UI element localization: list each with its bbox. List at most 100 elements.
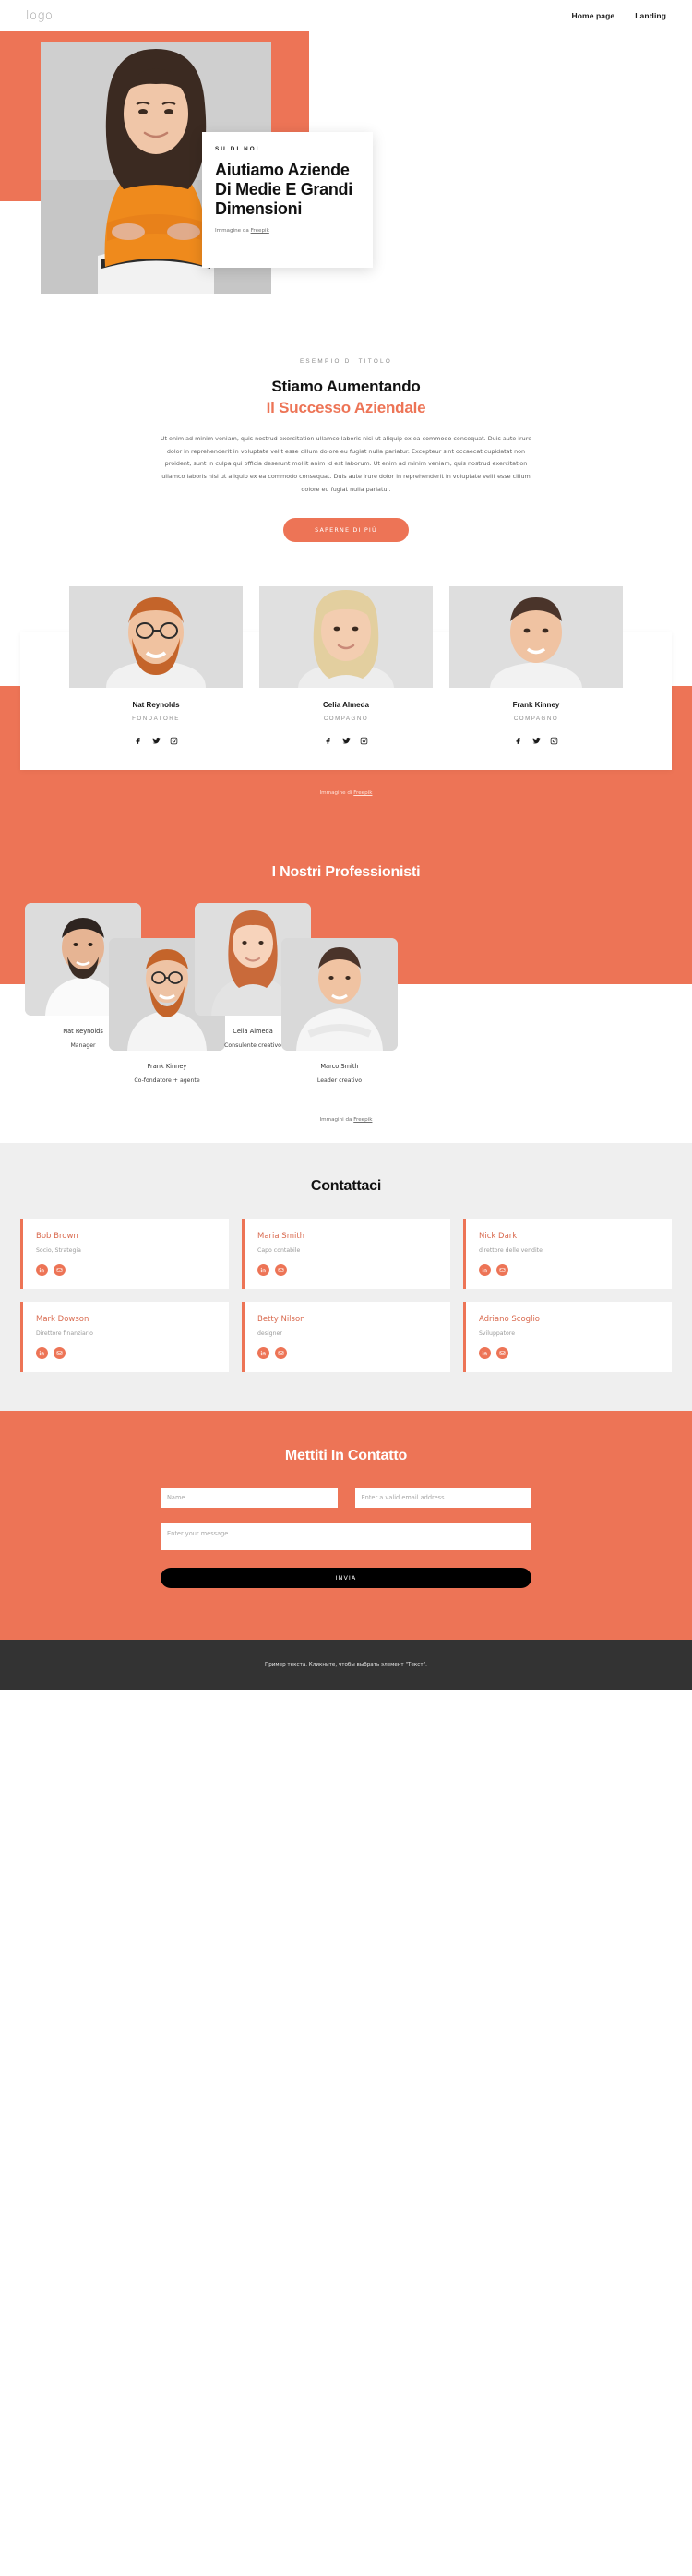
- professional-photo: [281, 937, 398, 1051]
- site-header: logo Home page Landing: [0, 0, 692, 31]
- facebook-icon[interactable]: [325, 733, 333, 750]
- contact-name: Adriano Scoglio: [479, 1314, 541, 1324]
- contact-form: INVIA: [161, 1487, 531, 1588]
- contacts-grid: Bob Brown Socio, Strategia Maria Smith C…: [20, 1218, 672, 1372]
- hero-credit-link[interactable]: Freepik: [251, 228, 269, 234]
- leaders-card: Nat Reynolds FONDATORE Celia Almeda COMP…: [20, 585, 672, 770]
- professional-name: Marco Smith: [320, 1062, 359, 1070]
- email-input[interactable]: [354, 1487, 531, 1508]
- contact-socials: [479, 1263, 672, 1276]
- leader-photo: [259, 585, 433, 688]
- contact-card: Mark Dowson Direttore finanziario: [20, 1301, 229, 1372]
- leader-card: Nat Reynolds FONDATORE: [69, 585, 243, 750]
- professionals-credit-prefix: Immagini da: [319, 1116, 354, 1123]
- contact-card: Adriano Scoglio Sviluppatore: [463, 1301, 672, 1372]
- hero-credit-prefix: Immagine da: [215, 227, 251, 234]
- contact-card: Nick Dark direttore delle vendite: [463, 1218, 672, 1289]
- professionals-stage: Nat Reynolds Manager Frank Kinney Co-fon: [0, 902, 692, 1104]
- linkedin-icon[interactable]: [36, 1346, 48, 1359]
- leader-card: Frank Kinney COMPAGNO: [449, 585, 623, 750]
- leader-photo: [449, 585, 623, 688]
- contact-card: Bob Brown Socio, Strategia: [20, 1218, 229, 1289]
- twitter-icon[interactable]: [341, 733, 351, 750]
- contact-form-title: Mettiti In Contatto: [284, 1447, 408, 1463]
- site-logo[interactable]: logo: [26, 9, 53, 23]
- professional-role: Leader creativo: [316, 1077, 363, 1084]
- leaders-credit-link[interactable]: Freepik: [353, 790, 372, 796]
- professional-name: Frank Kinney: [147, 1062, 187, 1070]
- intro-eyebrow: ESEMPIO DI TITOLO: [299, 358, 393, 365]
- leader-card: Celia Almeda COMPAGNO: [259, 585, 433, 750]
- hero-card: SU DI NOI Aiutiamo Aziende Di Medie E Gr…: [202, 132, 373, 268]
- leader-role: COMPAGNO: [513, 715, 559, 722]
- leader-role: FONDATORE: [132, 715, 180, 722]
- contact-socials: [36, 1346, 229, 1359]
- twitter-icon[interactable]: [151, 733, 161, 750]
- linkedin-icon[interactable]: [479, 1346, 491, 1359]
- linkedin-icon[interactable]: [257, 1346, 269, 1359]
- leader-photo: [69, 585, 243, 688]
- main-nav: Home page Landing: [572, 11, 666, 20]
- contact-role: Capo contabile: [257, 1246, 301, 1254]
- email-icon[interactable]: [496, 1263, 508, 1276]
- leader-socials: [69, 733, 243, 750]
- email-icon[interactable]: [54, 1263, 66, 1276]
- contact-socials: [479, 1346, 672, 1359]
- intro-section: ESEMPIO DI TITOLO Stiamo Aumentando Il S…: [0, 308, 692, 542]
- professionals-image-credit: Immagini da Freepik: [0, 1103, 692, 1143]
- contact-socials: [257, 1263, 450, 1276]
- hero-section: SU DI NOI Aiutiamo Aziende Di Medie E Gr…: [0, 31, 692, 308]
- instagram-icon[interactable]: [360, 733, 368, 750]
- leader-name: Nat Reynolds: [132, 700, 180, 709]
- contact-name: Bob Brown: [36, 1231, 78, 1241]
- leader-name: Celia Almeda: [323, 700, 369, 709]
- intro-title: Stiamo Aumentando Il Successo Aziendale: [0, 376, 692, 419]
- contact-name: Mark Dowson: [36, 1314, 89, 1324]
- message-input[interactable]: [161, 1522, 531, 1550]
- site-footer: Пример текста. Кликните, чтобы выбрать э…: [0, 1639, 692, 1690]
- professionals-credit-link[interactable]: Freepik: [353, 1117, 372, 1123]
- contact-role: direttore delle vendite: [479, 1246, 543, 1254]
- nav-item-landing[interactable]: Landing: [635, 11, 666, 20]
- contact-form-section: Mettiti In Contatto INVIA: [0, 1410, 692, 1640]
- leader-role: COMPAGNO: [323, 715, 369, 722]
- instagram-icon[interactable]: [170, 733, 178, 750]
- contact-card: Betty Nilson designer: [242, 1301, 450, 1372]
- facebook-icon[interactable]: [135, 733, 143, 750]
- submit-button[interactable]: INVIA: [161, 1567, 531, 1588]
- contact-role: Direttore finanziario: [36, 1330, 93, 1337]
- intro-paragraph: Ut enim ad minim veniam, quis nostrud ex…: [160, 434, 532, 493]
- learn-more-button[interactable]: SAPERNE DI PIÙ: [283, 517, 409, 542]
- linkedin-icon[interactable]: [257, 1263, 269, 1276]
- facebook-icon[interactable]: [515, 733, 523, 750]
- email-icon[interactable]: [275, 1346, 287, 1359]
- leader-socials: [449, 733, 623, 750]
- hero-image-credit: Immagine da Freepik: [215, 228, 360, 234]
- professional-role: Co-fondatore + agente: [134, 1077, 200, 1084]
- leaders-image-credit: Immagine di Freepik: [0, 790, 692, 796]
- leaders-section: I Nostri Leader Na: [0, 585, 692, 848]
- professionals-section: I Nostri Professionisti Nat Reynolds Man…: [0, 847, 692, 1143]
- contacts-title: Contattaci: [310, 1177, 382, 1194]
- leaders-band: Nat Reynolds FONDATORE Celia Almeda COMP…: [0, 585, 692, 848]
- intro-title-line2: Il Successo Aziendale: [266, 399, 426, 417]
- contact-name: Maria Smith: [257, 1231, 305, 1241]
- name-input[interactable]: [161, 1487, 338, 1508]
- email-icon[interactable]: [496, 1346, 508, 1359]
- nav-item-home-page[interactable]: Home page: [572, 11, 615, 20]
- contact-name: Betty Nilson: [257, 1314, 305, 1324]
- professionals-title: I Nostri Professionisti: [271, 863, 421, 880]
- form-row-name-email: [161, 1487, 531, 1508]
- email-icon[interactable]: [54, 1346, 66, 1359]
- leader-socials: [259, 733, 433, 750]
- contact-role: Socio, Strategia: [36, 1246, 81, 1254]
- email-icon[interactable]: [275, 1263, 287, 1276]
- linkedin-icon[interactable]: [479, 1263, 491, 1276]
- twitter-icon[interactable]: [531, 733, 541, 750]
- contact-socials: [36, 1263, 229, 1276]
- linkedin-icon[interactable]: [36, 1263, 48, 1276]
- professional-card: Marco Smith Leader creativo: [281, 937, 398, 1084]
- instagram-icon[interactable]: [550, 733, 558, 750]
- intro-title-line1: Stiamo Aumentando: [271, 378, 421, 395]
- footer-text: Пример текста. Кликните, чтобы выбрать э…: [265, 1661, 427, 1667]
